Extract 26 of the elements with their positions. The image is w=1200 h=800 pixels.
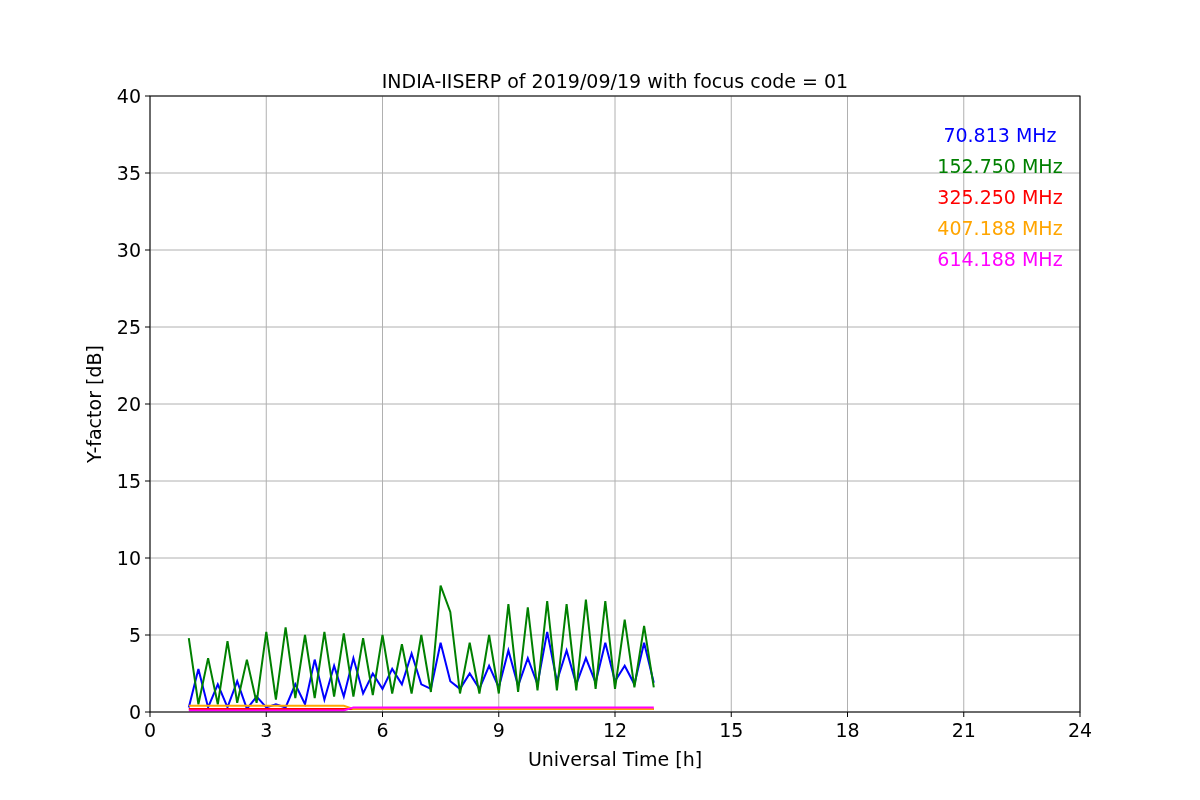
chart-title: INDIA-IISERP of 2019/09/19 with focus code = 01	[381, 70, 849, 92]
x-tick-label: 12	[602, 719, 628, 741]
x-tick-label: 0	[143, 719, 157, 741]
y-tick-label: 15	[116, 470, 141, 492]
y-axis-label: Y-factor [dB]	[83, 345, 105, 463]
legend-label: 407.188 MHz	[937, 217, 1063, 239]
x-tick-label: 3	[260, 719, 273, 741]
y-tick-label: 30	[116, 239, 141, 261]
y-tick-label: 5	[128, 624, 141, 646]
legend-label: 70.813 MHz	[943, 124, 1057, 146]
x-axis-label: Universal Time [h]	[527, 748, 703, 770]
x-tick-label: 6	[376, 719, 389, 741]
x-tick-label: 9	[492, 719, 505, 741]
legend-label: 325.250 MHz	[937, 186, 1063, 208]
legend-label: 152.750 MHz	[937, 155, 1063, 177]
y-tick-label: 25	[116, 316, 141, 338]
y-tick-label: 0	[128, 701, 141, 723]
y-tick-label: 10	[116, 547, 141, 569]
y-tick-label: 35	[116, 162, 141, 184]
x-tick-label: 15	[719, 719, 744, 741]
legend-label: 614.188 MHz	[937, 248, 1063, 270]
y-tick-label: 20	[116, 393, 141, 415]
x-tick-label: 21	[951, 719, 976, 741]
x-tick-label: 18	[835, 719, 860, 741]
y-tick-label: 40	[116, 85, 141, 107]
x-tick-label: 24	[1067, 719, 1093, 741]
